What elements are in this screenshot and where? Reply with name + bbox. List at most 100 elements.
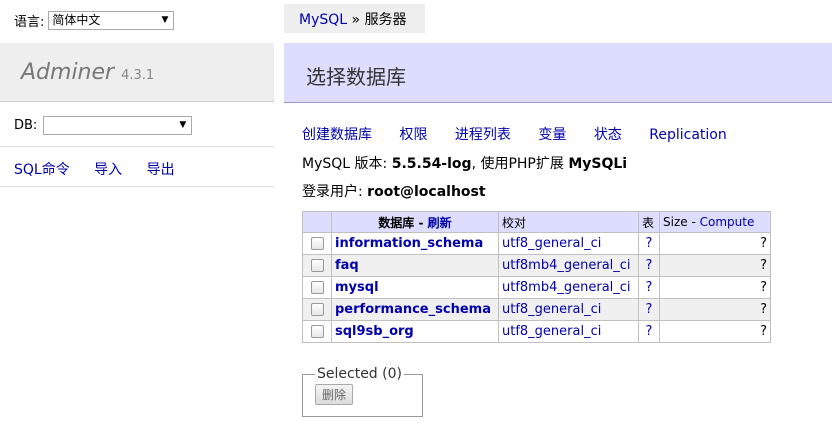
login-user: root@localhost — [367, 184, 486, 200]
size-cell: ? — [659, 298, 771, 321]
language-label: 语言: — [14, 15, 45, 30]
tables-cell: ? — [638, 298, 660, 321]
tables-cell: ? — [638, 254, 660, 277]
tables-link[interactable]: ? — [646, 236, 653, 251]
table-row: faq utf8mb4_general_ci ? ? — [302, 254, 771, 277]
db-name-cell: sql9sb_org — [331, 320, 499, 343]
select-all-header — [302, 211, 332, 233]
collation-link[interactable]: utf8_general_ci — [502, 236, 601, 251]
adminer-logo[interactable]: Adminer 4.3.1 — [21, 60, 154, 85]
size-cell: ? — [659, 232, 771, 255]
tables-cell: ? — [638, 232, 660, 255]
login-label: 登录用户: — [302, 184, 363, 200]
process-list-link[interactable]: 进程列表 — [455, 127, 511, 143]
version-info: MySQL 版本: 5.5.54-log, 使用PHP扩展 MySQLi — [302, 153, 627, 173]
header-dash: - — [418, 215, 424, 230]
refresh-link[interactable]: 刷新 — [428, 216, 452, 230]
divider — [0, 186, 274, 187]
php-ext-value: MySQLi — [568, 156, 628, 172]
logo-version: 4.3.1 — [121, 68, 155, 83]
variables-link[interactable]: 变量 — [538, 127, 566, 143]
selected-fieldset: Selected (0) 删除 — [302, 366, 423, 417]
db-name-cell: performance_schema — [331, 298, 499, 321]
size-cell: ? — [659, 276, 771, 299]
collation-link[interactable]: utf8_general_ci — [502, 302, 601, 317]
db-name-link[interactable]: faq — [335, 258, 359, 273]
page-header: 选择数据库 — [284, 43, 832, 103]
import-link[interactable]: 导入 — [94, 162, 122, 178]
db-name-cell: mysql — [331, 276, 499, 299]
create-database-link[interactable]: 创建数据库 — [302, 127, 372, 143]
table-row: performance_schema utf8_general_ci ? ? — [302, 298, 771, 321]
row-checkbox-cell — [302, 232, 332, 255]
header-dash: - — [691, 215, 696, 229]
logo-text: Adminer — [21, 60, 115, 85]
table-row: mysql utf8mb4_general_ci ? ? — [302, 276, 771, 299]
database-column-header: 数据库 - 刷新 — [331, 211, 499, 233]
version-label: MySQL 版本: — [302, 156, 388, 172]
row-checkbox[interactable] — [310, 325, 324, 338]
dropdown-arrow-icon: ▼ — [179, 120, 187, 130]
tables-link[interactable]: ? — [646, 280, 653, 295]
db-name-cell: faq — [331, 254, 499, 277]
breadcrumb-separator: » — [351, 12, 361, 28]
collation-cell: utf8_general_ci — [498, 320, 639, 343]
language-selector: 语言: 简体中文 ▼ — [14, 11, 175, 30]
language-select[interactable]: 简体中文 ▼ — [48, 11, 175, 30]
delete-button[interactable]: 删除 — [315, 384, 354, 405]
row-checkbox[interactable] — [310, 303, 324, 316]
row-checkbox-cell — [302, 254, 332, 277]
version-value: 5.5.54-log — [391, 156, 472, 172]
tables-link[interactable]: ? — [646, 324, 653, 339]
sql-command-link[interactable]: SQL命令 — [14, 162, 70, 178]
selected-legend: Selected (0) — [317, 366, 402, 382]
table-row: information_schema utf8_general_ci ? ? — [302, 232, 771, 255]
collation-cell: utf8mb4_general_ci — [498, 254, 639, 277]
login-info: 登录用户: root@localhost — [302, 181, 486, 201]
db-name-link[interactable]: performance_schema — [335, 302, 491, 317]
action-links: 创建数据库 权限 进程列表 变量 状态 Replication — [302, 124, 750, 144]
size-cell: ? — [659, 254, 771, 277]
row-checkbox-cell — [302, 320, 332, 343]
collation-cell: utf8_general_ci — [498, 232, 639, 255]
tables-cell: ? — [638, 276, 660, 299]
tables-column-header: 表 — [638, 211, 660, 233]
db-name-link[interactable]: mysql — [335, 280, 379, 295]
tables-link[interactable]: ? — [646, 258, 653, 273]
row-checkbox-cell — [302, 276, 332, 299]
collation-link[interactable]: utf8_general_ci — [502, 324, 601, 339]
size-column-header: Size - Compute — [659, 211, 771, 233]
dropdown-arrow-icon: ▼ — [161, 15, 169, 25]
logo-band: Adminer 4.3.1 — [0, 43, 274, 102]
language-select-value: 简体中文 — [52, 13, 101, 27]
compute-link[interactable]: Compute — [700, 215, 755, 229]
breadcrumb: MySQL » 服务器 — [284, 4, 425, 33]
collation-column-header: 校对 — [498, 211, 639, 233]
db-label: DB: — [14, 118, 38, 133]
side-menu: 语言: 简体中文 ▼ Adminer 4.3.1 DB: ▼ SQL命令 导入 … — [0, 0, 274, 423]
row-checkbox[interactable] — [310, 281, 324, 294]
collation-link[interactable]: utf8mb4_general_ci — [502, 280, 631, 295]
export-link[interactable]: 导出 — [147, 162, 175, 178]
table-row: sql9sb_org utf8_general_ci ? ? — [302, 320, 771, 343]
page-title: 选择数据库 — [306, 65, 406, 89]
divider — [0, 146, 274, 147]
row-checkbox-cell — [302, 298, 332, 321]
status-link[interactable]: 状态 — [594, 127, 622, 143]
db-name-link[interactable]: information_schema — [335, 236, 483, 251]
replication-link[interactable]: Replication — [649, 127, 726, 143]
php-ext-label: , 使用PHP扩展 — [471, 156, 564, 172]
db-select[interactable]: ▼ — [43, 116, 193, 135]
breadcrumb-current: 服务器 — [364, 12, 407, 28]
row-checkbox[interactable] — [310, 259, 324, 272]
collation-link[interactable]: utf8mb4_general_ci — [502, 258, 631, 273]
tables-link[interactable]: ? — [646, 302, 653, 317]
size-cell: ? — [659, 320, 771, 343]
row-checkbox[interactable] — [310, 237, 324, 250]
db-name-cell: information_schema — [331, 232, 499, 255]
db-selector: DB: ▼ — [14, 116, 193, 135]
db-name-link[interactable]: sql9sb_org — [335, 324, 414, 339]
collation-cell: utf8mb4_general_ci — [498, 276, 639, 299]
privileges-link[interactable]: 权限 — [399, 127, 427, 143]
breadcrumb-server-link[interactable]: MySQL — [299, 12, 347, 28]
